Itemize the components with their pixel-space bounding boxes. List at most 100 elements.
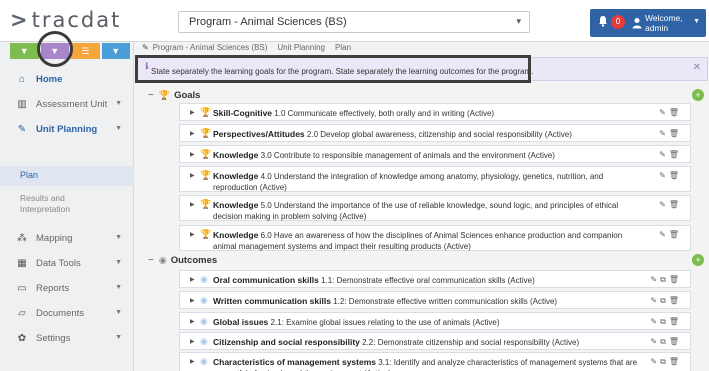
- expand-icon[interactable]: ▶: [190, 338, 195, 345]
- goal-row[interactable]: ▶ 🏆 Knowledge 4.0 Understand the integrati…: [179, 166, 691, 192]
- bell-icon[interactable]: [598, 15, 608, 27]
- delete-icon[interactable]: 🗑: [669, 108, 682, 117]
- tab-blue[interactable]: ▼: [101, 43, 130, 59]
- expand-icon[interactable]: ▶: [190, 151, 195, 158]
- sidebar-item-unit-planning[interactable]: ✎ Unit Planning ▼: [0, 117, 134, 142]
- edit-icon[interactable]: ✎: [659, 150, 669, 159]
- delete-icon[interactable]: 🗑: [669, 275, 682, 284]
- expand-icon[interactable]: ▶: [190, 109, 195, 116]
- sidebar-item-label: Data Tools: [36, 258, 81, 269]
- edit-icon[interactable]: ✎: [650, 317, 660, 326]
- outcomes-section-header[interactable]: − ◉ Outcomes +: [148, 252, 706, 268]
- expand-icon[interactable]: ▶: [190, 201, 195, 208]
- row-actions: ✎⧉🗑: [650, 275, 682, 285]
- logo[interactable]: > tracdat: [10, 6, 121, 34]
- outcome-row[interactable]: ▶ ◉ Global issues 2.1: Examine global issu…: [179, 312, 691, 330]
- goals-section-header[interactable]: − 🏆 Goals +: [148, 87, 706, 103]
- edit-icon[interactable]: ✎: [650, 357, 660, 366]
- expand-icon[interactable]: ▶: [190, 358, 195, 365]
- outcome-row[interactable]: ▶ ◉ Characteristics of management systems …: [179, 352, 691, 371]
- section-title: Outcomes: [170, 254, 218, 266]
- copy-icon[interactable]: ⧉: [660, 296, 669, 305]
- goal-text: Knowledge 4.0 Understand the integration…: [213, 171, 643, 193]
- sidebar-item-label: Settings: [36, 333, 71, 344]
- delete-icon[interactable]: 🗑: [669, 230, 682, 239]
- row-actions: ✎⧉🗑: [650, 357, 682, 367]
- collapse-icon[interactable]: −: [148, 255, 154, 266]
- expand-icon[interactable]: ▶: [190, 276, 195, 283]
- sidebar-item-assessment-unit[interactable]: ▥ Assessment Unit ▼: [0, 92, 134, 117]
- trophy-icon: 🏆: [200, 107, 212, 117]
- lightbulb-icon: ◉: [200, 336, 208, 346]
- sidebar-item-reports[interactable]: ▭ Reports ▼: [0, 276, 134, 301]
- outcome-description: 2.1: Examine global issues relating to t…: [270, 318, 500, 327]
- outcome-row[interactable]: ▶ ◉ Oral communication skills 1.1: Demonst…: [179, 270, 691, 288]
- goal-description: 3.0 Contribute to responsible management…: [260, 151, 555, 160]
- goal-category: Perspectives/Attitudes: [213, 129, 305, 139]
- copy-icon[interactable]: ⧉: [660, 275, 669, 284]
- delete-icon[interactable]: 🗑: [669, 337, 682, 346]
- goal-row[interactable]: ▶ 🏆 Perspectives/Attitudes 2.0 Develop glo…: [179, 124, 691, 142]
- breadcrumb-item[interactable]: Unit Planning: [277, 43, 325, 52]
- sidebar-sub-plan[interactable]: Plan: [0, 166, 134, 186]
- add-goal-button[interactable]: +: [692, 89, 704, 101]
- lightbulb-icon: ◉: [200, 316, 208, 326]
- edit-icon[interactable]: ✎: [650, 337, 660, 346]
- breadcrumb-item[interactable]: Program - Animal Sciences (BS): [153, 43, 268, 52]
- copy-icon[interactable]: ⧉: [660, 357, 669, 366]
- edit-icon[interactable]: ✎: [659, 200, 669, 209]
- delete-icon[interactable]: 🗑: [669, 171, 682, 180]
- goal-description: 6.0 Have an awareness of how the discipl…: [213, 231, 623, 251]
- delete-icon[interactable]: 🗑: [669, 357, 682, 366]
- user-caret-icon: ▼: [693, 18, 700, 25]
- expand-icon[interactable]: ▶: [190, 231, 195, 238]
- expand-icon[interactable]: ▶: [190, 297, 195, 304]
- delete-icon[interactable]: 🗑: [669, 129, 682, 138]
- sitemap-icon: ⁂: [17, 233, 27, 244]
- program-select[interactable]: Program - Animal Sciences (BS) ▾: [178, 11, 530, 33]
- outcome-row[interactable]: ▶ ◉ Citizenship and social responsibility …: [179, 332, 691, 350]
- collapse-icon[interactable]: −: [148, 90, 154, 101]
- folder-icon: ▱: [18, 308, 26, 319]
- outcome-description: 1.2: Demonstrate effective written commu…: [333, 297, 558, 306]
- expand-icon[interactable]: ▶: [190, 130, 195, 137]
- breadcrumb-item[interactable]: Plan: [335, 43, 351, 52]
- expand-icon[interactable]: ▶: [190, 172, 195, 179]
- edit-icon[interactable]: ✎: [659, 171, 669, 180]
- expand-icon[interactable]: ▶: [190, 318, 195, 325]
- copy-icon[interactable]: ⧉: [660, 337, 669, 346]
- delete-icon[interactable]: 🗑: [669, 317, 682, 326]
- section-title: Goals: [174, 89, 201, 101]
- outcome-row[interactable]: ▶ ◉ Written communication skills 1.2: Demo…: [179, 291, 691, 309]
- goal-row[interactable]: ▶ 🏆 Knowledge 5.0 Understand the importanc…: [179, 195, 691, 221]
- chevron-down-icon: ▼: [115, 234, 122, 241]
- sidebar-item-home[interactable]: ⌂ Home: [0, 67, 134, 92]
- gear-icon: ✿: [17, 333, 27, 344]
- sidebar-item-data-tools[interactable]: ▦ Data Tools ▼: [0, 251, 134, 276]
- delete-icon[interactable]: 🗑: [669, 296, 682, 305]
- lightbulb-icon: ◉: [200, 295, 208, 305]
- edit-icon[interactable]: ✎: [659, 230, 669, 239]
- edit-icon[interactable]: ✎: [650, 296, 660, 305]
- copy-icon[interactable]: ⧉: [660, 317, 669, 326]
- user-icon: [632, 18, 642, 29]
- goal-row[interactable]: ▶ 🏆 Skill-Cognitive 1.0 Communicate effect…: [179, 103, 691, 121]
- sidebar-item-documents[interactable]: ▱ Documents ▼: [0, 301, 134, 326]
- sidebar-item-settings[interactable]: ✿ Settings ▼: [0, 326, 134, 351]
- goal-description: 4.0 Understand the integration of knowle…: [213, 172, 604, 192]
- tab-orange[interactable]: ☰: [71, 43, 100, 59]
- add-outcome-button[interactable]: +: [692, 254, 704, 266]
- sidebar-item-label: Reports: [36, 283, 70, 294]
- close-icon[interactable]: ✕: [693, 62, 701, 73]
- sidebar-item-mapping[interactable]: ⁂ Mapping ▼: [0, 226, 134, 251]
- edit-icon[interactable]: ✎: [650, 275, 660, 284]
- delete-icon[interactable]: 🗑: [669, 200, 682, 209]
- sidebar-sub-results[interactable]: Results and Interpretation: [20, 193, 110, 215]
- edit-icon[interactable]: ✎: [659, 129, 669, 138]
- edit-icon[interactable]: ✎: [659, 108, 669, 117]
- delete-icon[interactable]: 🗑: [669, 150, 682, 159]
- goal-row[interactable]: ▶ 🏆 Knowledge 6.0 Have an awareness of how…: [179, 225, 691, 251]
- goal-row[interactable]: ▶ 🏆 Knowledge 3.0 Contribute to responsibl…: [179, 145, 691, 163]
- user-menu[interactable]: Welcome, admin: [645, 13, 683, 33]
- tab-green[interactable]: ▼: [10, 43, 39, 59]
